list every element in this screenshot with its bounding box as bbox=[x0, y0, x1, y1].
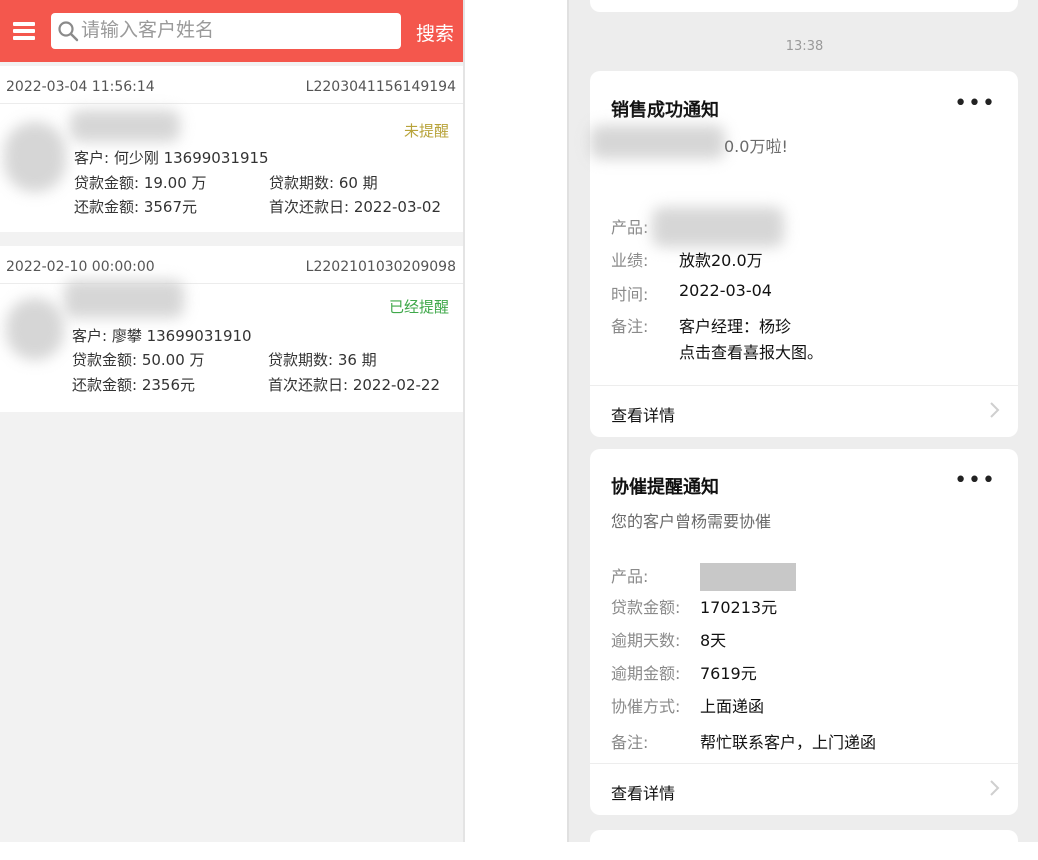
customer-info: 客户: 廖攀 13699031910 bbox=[72, 327, 252, 345]
loan-amount: 贷款金额: 50.00 万 bbox=[72, 351, 205, 369]
search-box bbox=[51, 13, 401, 49]
redacted-avatar bbox=[6, 298, 64, 360]
redacted-product bbox=[700, 563, 796, 591]
record-loan-number: L2202101030209098 bbox=[305, 259, 456, 275]
view-details-link[interactable]: 查看详情 bbox=[590, 385, 1018, 437]
card-subtitle: 0.0万啦! bbox=[724, 137, 788, 156]
first-repay-date: 首次还款日: 2022-03-02 bbox=[269, 198, 441, 216]
more-dots-icon[interactable]: ••• bbox=[954, 470, 996, 492]
view-details-link[interactable]: 查看详情 bbox=[590, 763, 1018, 815]
row-key: 协催方式: bbox=[611, 697, 681, 716]
repay-amount: 还款金额: 3567元 bbox=[74, 198, 197, 216]
row-key: 时间: bbox=[611, 285, 649, 304]
customer-info: 客户: 何少刚 13699031915 bbox=[74, 149, 269, 167]
loan-amount-value: 170213元 bbox=[700, 598, 778, 617]
card-title: 销售成功通知 bbox=[611, 100, 719, 121]
collection-reminder-card[interactable]: 协催提醒通知 ••• 您的客户曾杨需要协催 产品: 贷款金额: 170213元 … bbox=[590, 449, 1018, 815]
redacted-subtitle bbox=[590, 125, 725, 159]
record-loan-number: L2203041156149194 bbox=[305, 79, 456, 95]
chevron-right-icon bbox=[990, 402, 1000, 418]
row-key: 备注: bbox=[611, 733, 649, 752]
record-header: 2022-02-10 00:00:00 L2202101030209098 bbox=[0, 246, 463, 284]
notification-chat: 13:38 销售成功通知 ••• 0.0万啦! 产品: 业绩: 放款20.0万 … bbox=[567, 0, 1038, 860]
record-datetime: 2022-02-10 00:00:00 bbox=[6, 259, 155, 275]
row-key: 产品: bbox=[611, 567, 649, 586]
collection-method-value: 上面递函 bbox=[700, 697, 765, 716]
record-datetime: 2022-03-04 11:56:14 bbox=[6, 79, 155, 95]
redacted-name bbox=[70, 110, 180, 142]
more-dots-icon[interactable]: ••• bbox=[954, 93, 996, 115]
row-key: 备注: bbox=[611, 317, 649, 336]
redacted-avatar bbox=[4, 122, 66, 192]
note-value-line2: 点击查看喜报大图。 bbox=[679, 343, 824, 362]
view-details-label: 查看详情 bbox=[611, 406, 676, 425]
loan-reminder-app: 搜索 2022-03-04 11:56:14 L2203041156149194… bbox=[0, 0, 465, 842]
note-value: 客户经理：杨珍 bbox=[679, 317, 792, 336]
message-timestamp: 13:38 bbox=[785, 39, 824, 54]
next-card bbox=[590, 830, 1018, 860]
overdue-amount-value: 7619元 bbox=[700, 664, 757, 683]
row-key: 贷款金额: bbox=[611, 598, 681, 617]
row-key: 逾期天数: bbox=[611, 631, 681, 650]
search-input[interactable] bbox=[81, 13, 397, 49]
loan-term: 贷款期数: 60 期 bbox=[269, 174, 378, 192]
repay-amount: 还款金额: 2356元 bbox=[72, 376, 195, 394]
sale-success-card[interactable]: 销售成功通知 ••• 0.0万啦! 产品: 业绩: 放款20.0万 时间: 20… bbox=[590, 71, 1018, 437]
previous-card bbox=[590, 0, 1018, 12]
overdue-days-value: 8天 bbox=[700, 631, 727, 650]
time-value: 2022-03-04 bbox=[679, 281, 772, 300]
row-key: 业绩: bbox=[611, 251, 649, 270]
search-button[interactable]: 搜索 bbox=[416, 19, 454, 46]
chevron-right-icon bbox=[990, 780, 1000, 796]
redacted-product bbox=[652, 207, 784, 247]
card-subtitle: 您的客户曾杨需要协催 bbox=[611, 512, 772, 531]
card-title: 协催提醒通知 bbox=[611, 477, 719, 498]
loan-record[interactable]: 2022-02-10 00:00:00 L2202101030209098 已经… bbox=[0, 246, 463, 412]
menu-icon[interactable] bbox=[13, 22, 35, 40]
loan-term: 贷款期数: 36 期 bbox=[268, 351, 377, 369]
view-details-label: 查看详情 bbox=[611, 784, 676, 803]
status-badge: 已经提醒 bbox=[388, 298, 449, 316]
loan-record[interactable]: 2022-03-04 11:56:14 L2203041156149194 未提… bbox=[0, 66, 463, 232]
search-icon bbox=[58, 21, 79, 42]
status-badge: 未提醒 bbox=[403, 122, 449, 140]
top-bar: 搜索 bbox=[0, 0, 463, 62]
record-header: 2022-03-04 11:56:14 L2203041156149194 bbox=[0, 66, 463, 104]
loan-amount: 贷款金额: 19.00 万 bbox=[74, 174, 207, 192]
row-key: 逾期金额: bbox=[611, 664, 681, 683]
performance-value: 放款20.0万 bbox=[679, 251, 763, 270]
first-repay-date: 首次还款日: 2022-02-22 bbox=[268, 376, 440, 394]
note-value: 帮忙联系客户，上门递函 bbox=[700, 733, 877, 752]
row-key: 产品: bbox=[611, 218, 649, 237]
redacted-name bbox=[64, 280, 184, 318]
